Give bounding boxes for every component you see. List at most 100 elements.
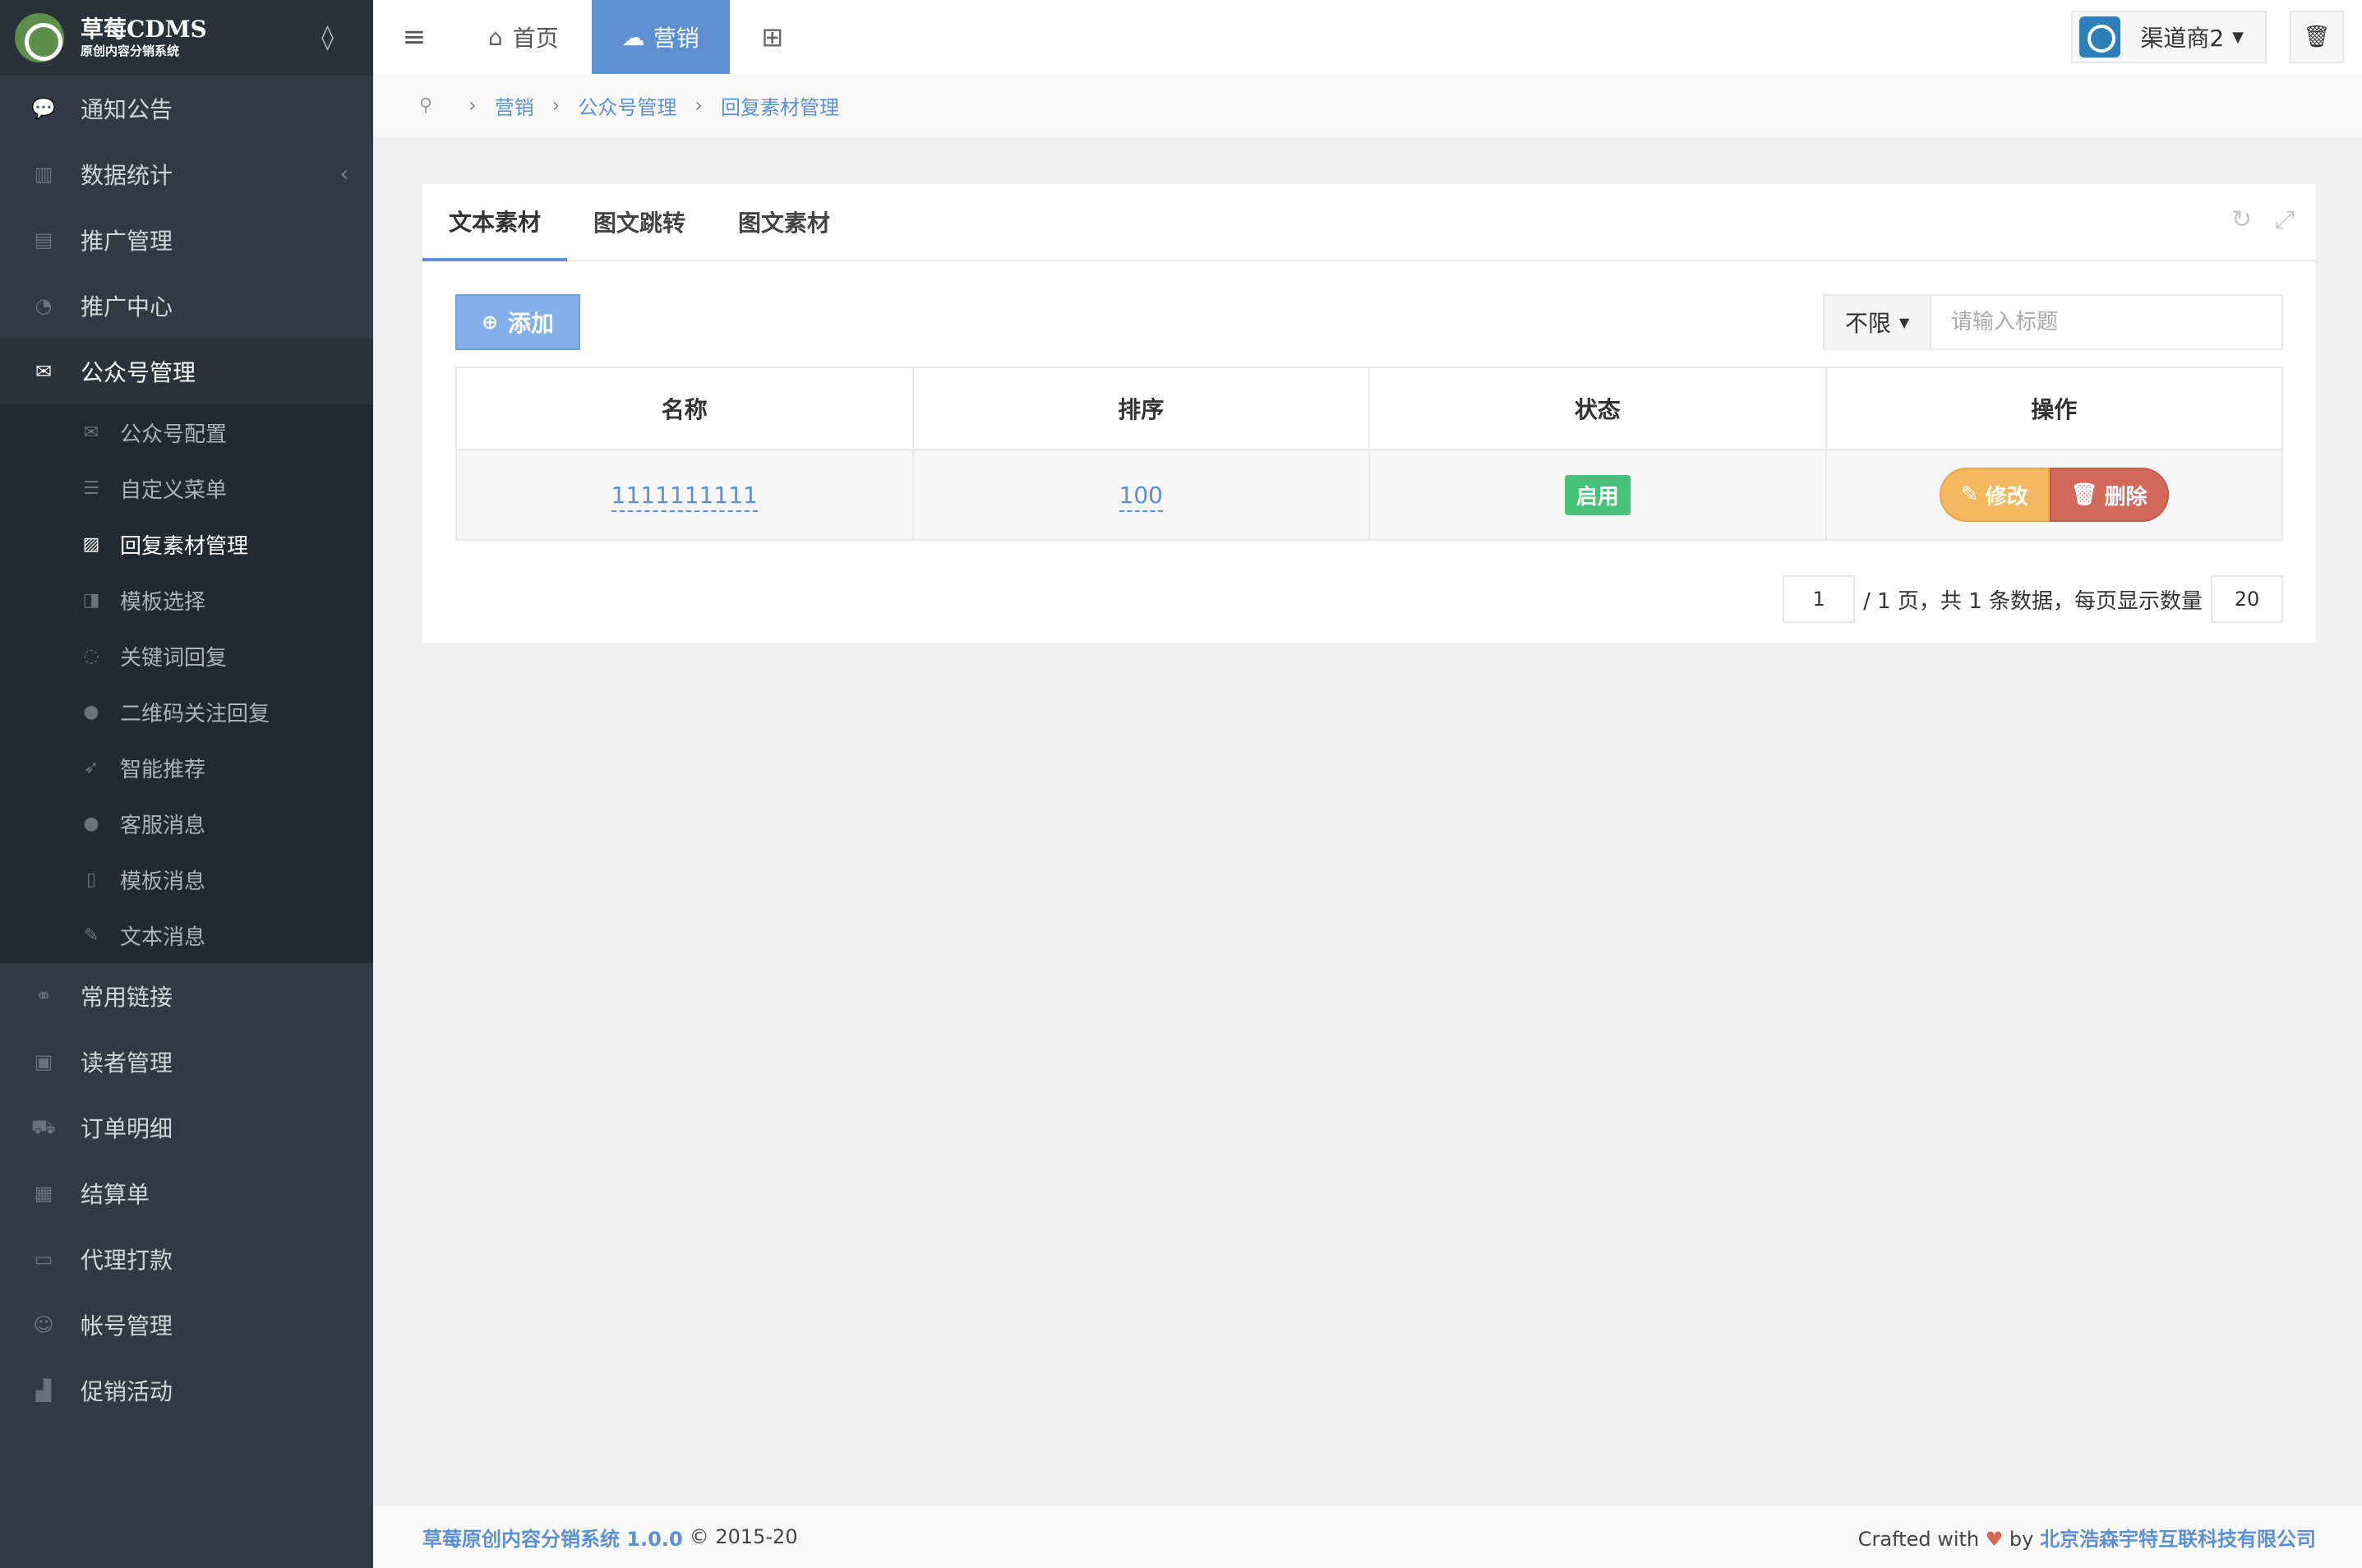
hamburger-icon: ≡ (402, 21, 427, 53)
column-header-sort[interactable]: 排序 (911, 367, 1370, 450)
material-table: 名称 排序 状态 操作 1111111111 100 启用 ✎ 修改 🗑 删除 (455, 367, 2283, 541)
cell-name: 1111111111 (455, 449, 914, 541)
file-icon: ▯ (85, 869, 97, 890)
footer-product-link[interactable]: 草莓原创内容分销系统 1.0.0 (422, 1523, 683, 1552)
sub-item-custom-menu[interactable]: ☰ 自定义菜单 (0, 460, 373, 516)
brand[interactable]: 草莓CDMS 原创内容分销系统 ◊ (0, 0, 373, 76)
status-filter-select[interactable]: 不限 ▼ (1823, 294, 1931, 350)
card-tools: ↻ ⤢ (2231, 205, 2295, 234)
sub-item-keyword-reply[interactable]: ◌ 关键词回复 (0, 628, 373, 684)
brand-title: 草莓CDMS (81, 16, 207, 43)
apps-grid-button[interactable]: ⊞ (730, 0, 815, 74)
delete-button-label: 删除 (2104, 484, 2147, 510)
cell-sort: 100 (911, 449, 1370, 541)
trash-icon: 🗑 (2070, 482, 2098, 507)
row-actions: ✎ 修改 🗑 删除 (1939, 468, 2169, 522)
search-group: 不限 ▼ (1823, 294, 2283, 350)
tab-news-jump[interactable]: 图文跳转 (567, 184, 712, 260)
sub-item-label: 自定义菜单 (120, 477, 228, 503)
sidebar-item-label: 读者管理 (81, 1049, 173, 1077)
comment-icon: 💬 (31, 97, 56, 120)
brand-titles: 草莓CDMS 原创内容分销系统 (81, 16, 207, 59)
column-header-name[interactable]: 名称 (455, 367, 914, 450)
nav-home-label: 首页 (512, 25, 559, 52)
sidebar-item-promotions[interactable]: ▟ 促销活动 (0, 1358, 373, 1423)
caret-down-icon: ▼ (2232, 28, 2244, 46)
edit-button-label: 修改 (1985, 484, 2028, 510)
sidebar: 草莓CDMS 原创内容分销系统 ◊ 💬 通知公告 ▥ 数据统计 ‹ ▤ 推广管理… (0, 0, 373, 1568)
sub-item-template-message[interactable]: ▯ 模板消息 (0, 851, 373, 907)
page-number-input[interactable]: 1 (1783, 575, 1856, 623)
breadcrumb: ⚲ › 营销 › 公众号管理 › 回复素材管理 (373, 74, 2362, 136)
edit-icon: ✎ (83, 925, 99, 946)
trash-icon: 🗑 (2303, 25, 2331, 49)
sub-item-reply-material[interactable]: ▨ 回复素材管理 (0, 516, 373, 572)
grid-icon: ⊞ (761, 21, 784, 53)
sidebar-item-accounts[interactable]: ☺ 帐号管理 (0, 1292, 373, 1358)
material-card: 文本素材 图文跳转 图文素材 ↻ ⤢ ⊕ 添加 不限 ▼ 名称 排序 状态 操作 (422, 184, 2316, 643)
sub-item-smart-recommend[interactable]: ➶ 智能推荐 (0, 740, 373, 796)
nav-marketing[interactable]: ☁ 营销 (591, 0, 730, 74)
breadcrumb-item[interactable]: 营销 (495, 91, 534, 120)
sub-item-qrcode-reply[interactable]: ● 二维码关注回复 (0, 684, 373, 740)
tab-text-material[interactable]: 文本素材 (422, 184, 568, 261)
sidebar-item-stats[interactable]: ▥ 数据统计 ‹ (0, 141, 373, 207)
chat-icon: ◌ (83, 645, 99, 666)
sidebar-item-label: 订单明细 (81, 1115, 173, 1142)
home-icon: ⌂ (488, 23, 503, 51)
page-size-input[interactable]: 20 (2211, 575, 2283, 623)
sidebar-item-links[interactable]: ⚭ 常用链接 (0, 963, 373, 1029)
sub-item-label: 客服消息 (120, 813, 206, 838)
sidebar-item-orders[interactable]: ⛟ 订单明细 (0, 1095, 373, 1160)
shopping-bag-icon: ▟ (35, 1379, 52, 1402)
menu-toggle-button[interactable]: ≡ (373, 0, 455, 74)
footer-credit: Crafted with ♥ by 北京浩森宇特互联科技有限公司 (1858, 1523, 2316, 1552)
sidebar-item-official-account[interactable]: ✉ 公众号管理 (0, 339, 373, 404)
sub-item-service-message[interactable]: ● 客服消息 (0, 796, 373, 851)
user-icon: ● (83, 813, 99, 834)
title-search-input[interactable] (1931, 294, 2283, 350)
image-icon: ▨ (82, 533, 100, 555)
sidebar-item-readers[interactable]: ▣ 读者管理 (0, 1029, 373, 1095)
heart-icon: ♥ (1985, 1527, 2004, 1551)
sidebar-submenu: ✉ 公众号配置 ☰ 自定义菜单 ▨ 回复素材管理 ◨ 模板选择 ◌ 关键词回复 … (0, 404, 373, 963)
sidebar-item-promo-manage[interactable]: ▤ 推广管理 (0, 207, 373, 273)
sidebar-item-label: 代理打款 (81, 1247, 173, 1274)
clear-cache-button[interactable]: 🗑 (2290, 11, 2344, 63)
user-circle-icon: ◔ (35, 294, 53, 317)
breadcrumb-item[interactable]: 回复素材管理 (721, 91, 839, 120)
cell-actions: ✎ 修改 🗑 删除 (1825, 449, 2283, 541)
tab-news-material[interactable]: 图文素材 (712, 184, 856, 260)
edit-icon: ✎ (1960, 482, 1979, 507)
map-pin-icon: ⚲ (419, 95, 433, 116)
theme-drop-icon[interactable]: ◊ (321, 23, 334, 52)
sub-item-account-config[interactable]: ✉ 公众号配置 (0, 404, 373, 460)
breadcrumb-item[interactable]: 公众号管理 (578, 91, 676, 120)
sub-item-text-message[interactable]: ✎ 文本消息 (0, 907, 373, 963)
edit-button[interactable]: ✎ 修改 (1939, 468, 2050, 522)
sidebar-item-notice[interactable]: 💬 通知公告 (0, 76, 373, 141)
toolbar: ⊕ 添加 不限 ▼ (455, 294, 2283, 350)
pagination: 1 / 1 页，共 1 条数据，每页显示数量 20 (1783, 575, 2283, 623)
name-editable-link[interactable]: 1111111111 (611, 481, 758, 512)
chevron-right-icon: › (468, 94, 477, 117)
calculator-icon: ▦ (34, 1182, 53, 1205)
wechat-icon: ✉ (83, 422, 99, 443)
fullscreen-icon[interactable]: ⤢ (2275, 205, 2295, 234)
sidebar-item-promo-center[interactable]: ◔ 推广中心 (0, 273, 373, 339)
sub-item-template-select[interactable]: ◨ 模板选择 (0, 572, 373, 628)
refresh-icon[interactable]: ↻ (2231, 205, 2252, 234)
add-button[interactable]: ⊕ 添加 (455, 294, 580, 350)
sidebar-item-label: 帐号管理 (81, 1312, 173, 1340)
sidebar-item-agent-payment[interactable]: ▭ 代理打款 (0, 1226, 373, 1292)
chevron-right-icon: › (551, 94, 561, 117)
delete-button[interactable]: 🗑 删除 (2049, 468, 2169, 522)
user-dropdown[interactable]: 渠道商2 ▼ (2071, 11, 2267, 63)
nav-home[interactable]: ⌂ 首页 (455, 0, 592, 74)
sort-editable-link[interactable]: 100 (1119, 481, 1163, 512)
top-bar: ≡ ⌂ 首页 ☁ 营销 ⊞ 渠道商2 ▼ 🗑 (373, 0, 2362, 74)
footer-company-link[interactable]: 北京浩森宇特互联科技有限公司 (2040, 1528, 2316, 1551)
column-header-status[interactable]: 状态 (1368, 367, 1827, 450)
status-badge[interactable]: 启用 (1564, 474, 1631, 515)
sidebar-item-settlement[interactable]: ▦ 结算单 (0, 1160, 373, 1226)
